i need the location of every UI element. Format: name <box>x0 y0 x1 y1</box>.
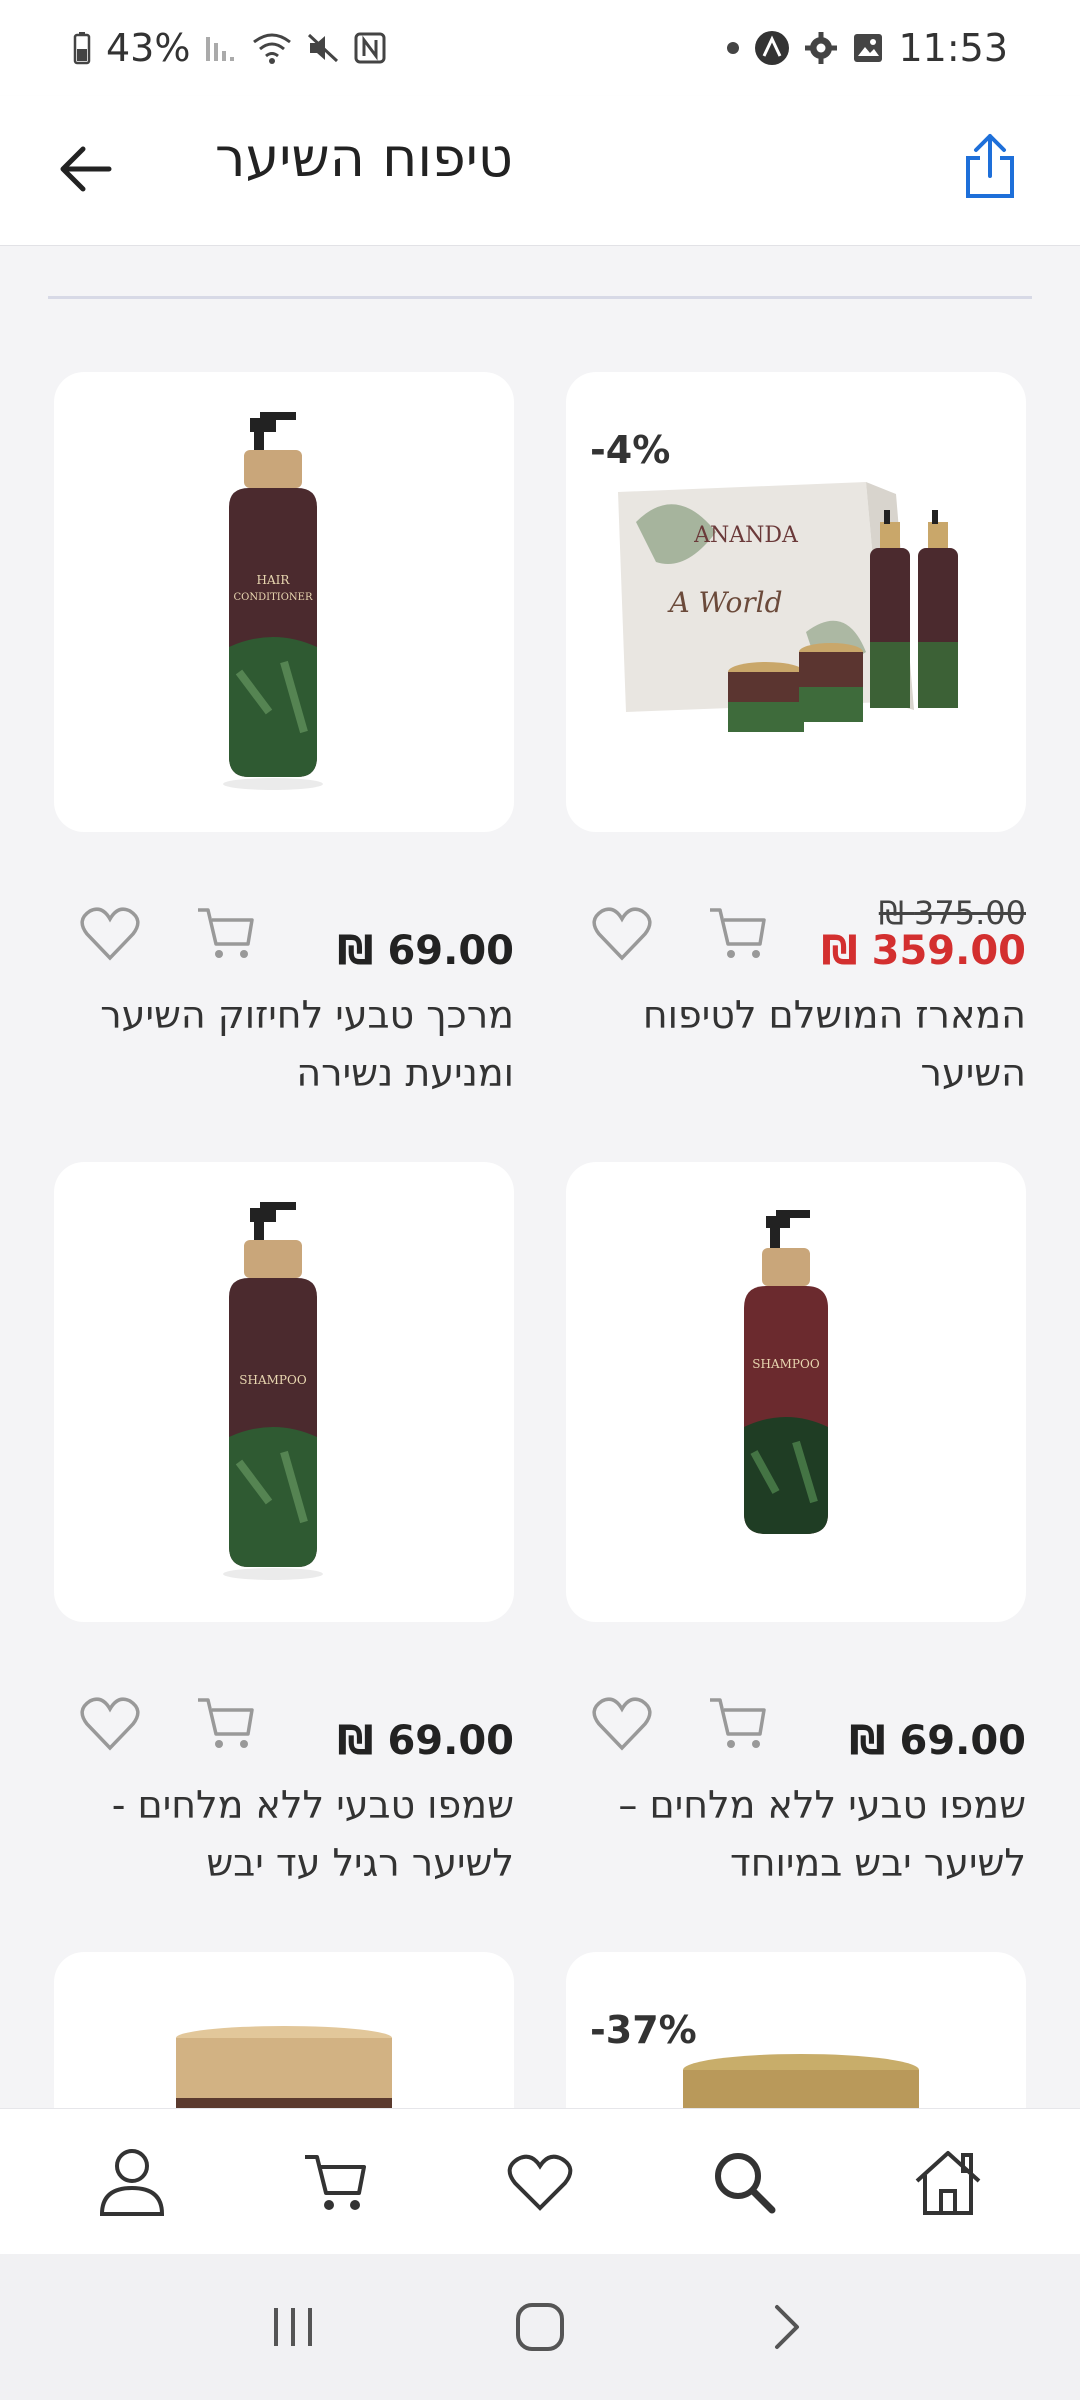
add-to-cart-button[interactable] <box>706 902 770 966</box>
product-image[interactable]: SHAMPOO <box>566 1162 1026 1622</box>
product-name[interactable]: שמפו טבעי ללא מלחים – לשיער יבש במיוחד <box>566 1776 1026 1892</box>
gear-icon <box>804 31 838 65</box>
svg-text:SHAMPOO: SHAMPOO <box>752 1357 820 1371</box>
heart-icon <box>80 1697 140 1751</box>
wishlist-button[interactable] <box>590 902 654 966</box>
nav-profile[interactable] <box>82 2132 182 2232</box>
nav-cart[interactable] <box>286 2132 386 2232</box>
heart-icon <box>507 2154 573 2211</box>
old-price: 375.00 ₪ <box>878 894 1026 932</box>
product-image[interactable]: SHAMPOO <box>54 1162 514 1622</box>
product-name[interactable]: המארז המושלם לטיפוח השיער <box>566 986 1026 1102</box>
wishlist-button[interactable] <box>78 1692 142 1756</box>
product-image[interactable]: -37% <box>566 1952 1026 2108</box>
search-icon <box>715 2152 776 2213</box>
mute-icon <box>306 32 340 64</box>
cart-icon <box>710 1698 766 1748</box>
system-back-button[interactable] <box>747 2287 827 2367</box>
nav-wishlist[interactable] <box>490 2132 590 2232</box>
home-button[interactable] <box>500 2287 580 2367</box>
add-to-cart-button[interactable] <box>194 1692 258 1756</box>
status-right: 11:53 <box>726 26 1008 70</box>
shampoo-bottle-red: SHAMPOO <box>744 1210 828 1534</box>
status-bar: 43% 11:53 <box>0 0 1080 96</box>
image-icon <box>852 32 884 64</box>
wishlist-button[interactable] <box>78 902 142 966</box>
shampoo-bottle: SHAMPOO <box>223 1202 323 1580</box>
nav-home[interactable] <box>898 2132 998 2232</box>
product-image[interactable]: HAIR CONDITIONER <box>54 372 514 832</box>
product-card[interactable]: -37% <box>566 1952 1026 2108</box>
heart-icon <box>592 1697 652 1751</box>
price: 69.00 ₪ <box>337 1718 514 1764</box>
share-button[interactable] <box>950 126 1030 206</box>
clock: 11:53 <box>898 26 1008 70</box>
product-actions: 69.00 ₪ <box>54 892 514 982</box>
recents-button[interactable] <box>253 2287 333 2367</box>
app-bar: טיפוח השיער <box>0 96 1080 246</box>
cart-icon <box>305 2154 366 2210</box>
cart-icon <box>198 908 254 958</box>
heart-icon <box>80 907 140 961</box>
cart-icon <box>198 1698 254 1748</box>
nav-search[interactable] <box>694 2132 794 2232</box>
price: 69.00 ₪ <box>337 928 514 974</box>
discount-badge: -4% <box>590 428 671 472</box>
sale-price: 359.00 ₪ <box>821 928 1026 974</box>
battery-percent: 43% <box>106 26 191 70</box>
divider <box>48 296 1032 299</box>
wifi-icon <box>252 32 292 64</box>
product-card[interactable]: ANANDA A World -4% 375.00 ₪ 359.00 ₪ המא… <box>566 372 1026 1095</box>
svg-text:A World: A World <box>666 586 782 619</box>
signal-icon <box>204 33 238 63</box>
status-left: 43% <box>72 26 386 70</box>
add-to-cart-button[interactable] <box>194 902 258 966</box>
product-card[interactable] <box>54 1952 514 2108</box>
back-button[interactable] <box>50 134 120 204</box>
bottom-nav <box>0 2108 1080 2254</box>
profile-icon <box>99 2148 165 2216</box>
share-icon <box>966 134 1014 198</box>
product-card[interactable]: SHAMPOO 69.00 ₪ שמפו טבעי ללא מלחים - לש… <box>54 1162 514 1885</box>
product-actions: 375.00 ₪ 359.00 ₪ <box>566 892 1026 982</box>
product-image[interactable] <box>54 1952 514 2108</box>
battery-icon <box>72 31 92 65</box>
discount-badge: -37% <box>590 2008 697 2052</box>
product-name[interactable]: שמפו טבעי ללא מלחים - לשיער רגיל עד יבש <box>54 1776 514 1892</box>
recents-icon <box>274 2308 313 2346</box>
home-icon <box>915 2150 981 2215</box>
product-card[interactable]: SHAMPOO 69.00 ₪ שמפו טבעי ללא מלחים – לש… <box>566 1162 1026 1885</box>
page-title: טיפוח השיער <box>215 126 513 189</box>
product-image[interactable]: ANANDA A World -4% <box>566 372 1026 832</box>
price: 69.00 ₪ <box>849 1718 1026 1764</box>
dot-icon <box>726 41 740 55</box>
product-name[interactable]: מרכך טבעי לחיזוק השיער ומניעת נשירה <box>54 986 514 1102</box>
system-nav <box>0 2254 1080 2400</box>
product-grid[interactable]: ANANDA A World -4% 375.00 ₪ 359.00 ₪ המא… <box>0 246 1080 2108</box>
svg-text:ANANDA: ANANDA <box>693 523 799 548</box>
arrow-left-icon <box>60 146 112 192</box>
conditioner-bottle: HAIR CONDITIONER <box>223 412 323 790</box>
wishlist-button[interactable] <box>590 1692 654 1756</box>
product-card[interactable]: HAIR CONDITIONER 69.00 ₪ מרכך טבעי לחיזו… <box>54 372 514 1095</box>
heart-icon <box>592 907 652 961</box>
back-chevron-icon <box>774 2305 799 2349</box>
nfc-icon <box>354 32 386 64</box>
product-actions: 69.00 ₪ <box>54 1682 514 1772</box>
cart-icon <box>710 908 766 958</box>
add-to-cart-button[interactable] <box>706 1692 770 1756</box>
svg-text:CONDITIONER: CONDITIONER <box>234 592 313 603</box>
svg-text:HAIR: HAIR <box>257 573 291 587</box>
home-circle-icon <box>515 2303 564 2351</box>
app-icon <box>754 30 790 66</box>
jar-wood-lid <box>176 2026 392 2108</box>
svg-text:SHAMPOO: SHAMPOO <box>239 1373 307 1387</box>
product-actions: 69.00 ₪ <box>566 1682 1026 1772</box>
